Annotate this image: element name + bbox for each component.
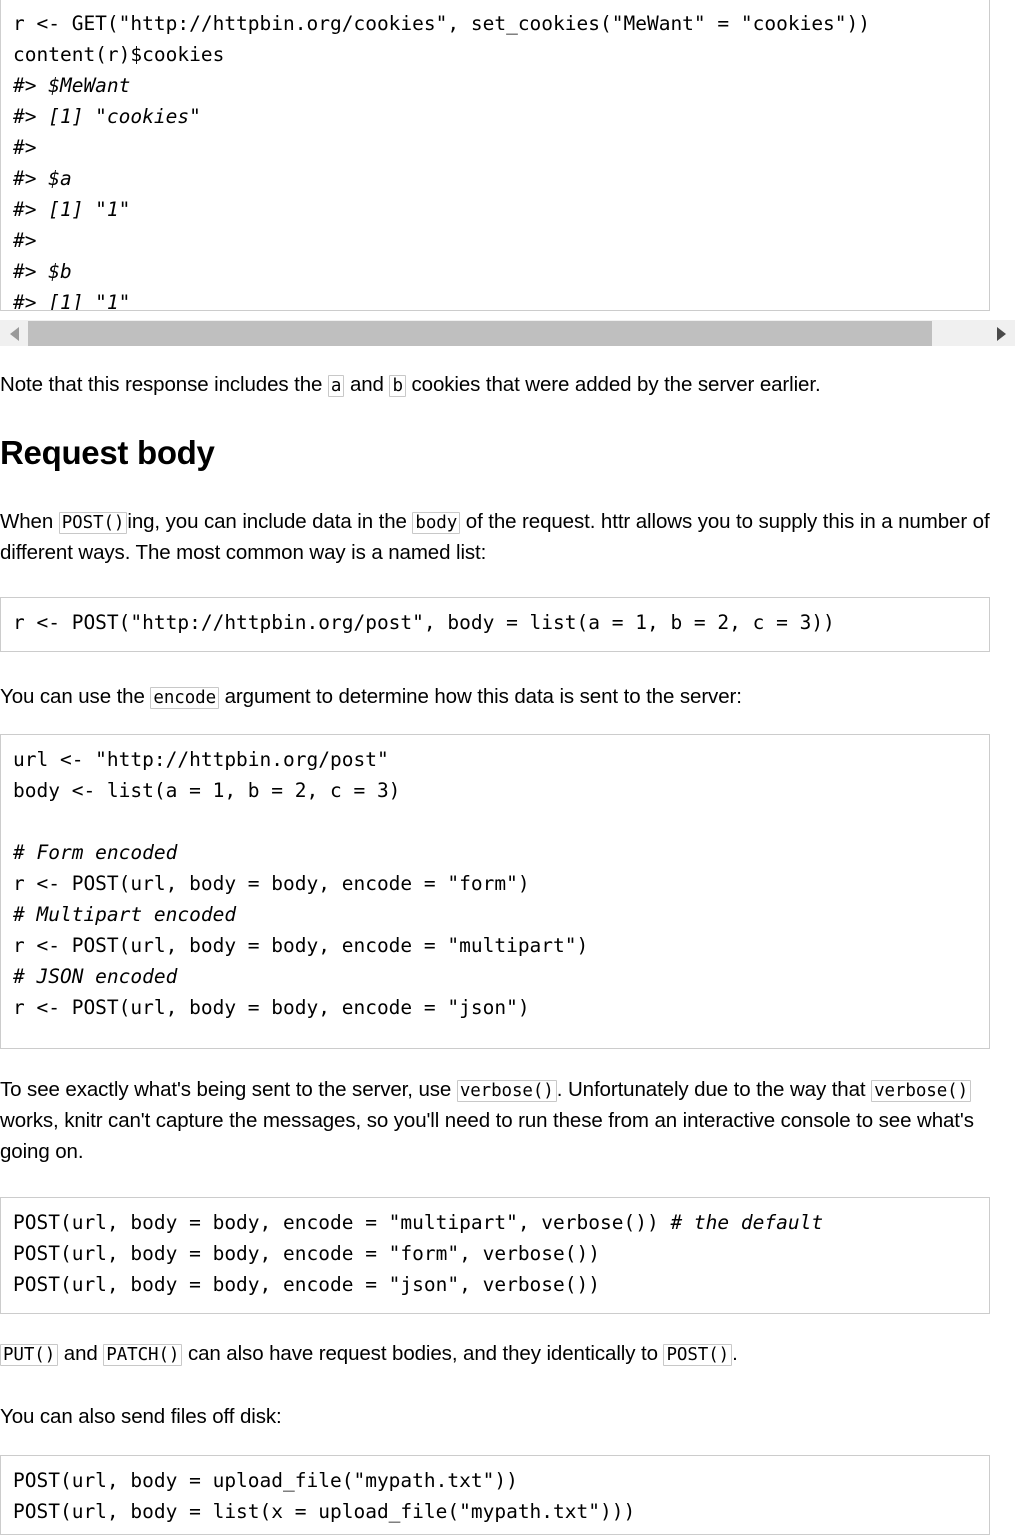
code-block-content: url <- "http://httpbin.org/post" body <-…	[1, 735, 989, 1032]
text-fragment: argument to determine how this data is s…	[219, 685, 742, 708]
inline-code-verbose: verbose()	[456, 1080, 557, 1102]
inline-code-body: body	[412, 512, 461, 534]
code-line: r <- POST(url, body = body, encode = "fo…	[13, 872, 530, 895]
page-title: Request body	[0, 434, 215, 471]
scrollbar-thumb[interactable]	[28, 321, 933, 346]
code-output-line: #> $b	[13, 260, 72, 283]
code-block-upload-file: POST(url, body = upload_file("mypath.txt…	[0, 1455, 990, 1535]
code-comment-line: # JSON encoded	[13, 965, 178, 988]
code-comment-line: # Form encoded	[13, 841, 178, 864]
inline-code-a: a	[327, 375, 345, 397]
code-inline-comment: # the default	[670, 1211, 824, 1234]
code-output-line: #>	[13, 136, 49, 159]
text-fragment: and	[58, 1342, 104, 1365]
code-line: POST(url, body = body, encode = "form", …	[13, 1242, 600, 1265]
inline-code-b: b	[389, 375, 406, 397]
code-output-line: #> [1] "1"	[13, 198, 131, 221]
paragraph-files-off-disk: You can also send files off disk:	[0, 1405, 282, 1428]
scrollbar-track[interactable]	[28, 321, 987, 346]
text-fragment: works, knitr can't capture the messages,…	[0, 1109, 974, 1163]
code-output-line: #>	[13, 229, 49, 252]
code-line: POST(url, body = body, encode = "json", …	[13, 1273, 600, 1296]
code-output-line: #> [1] "1"	[13, 291, 131, 311]
text-fragment: To see exactly what's being sent to the …	[0, 1078, 457, 1101]
code-line: r <- GET("http://httpbin.org/cookies", s…	[13, 12, 871, 35]
code-block-content: POST(url, body = upload_file("mypath.txt…	[1, 1456, 989, 1534]
inline-code-post: POST()	[58, 512, 128, 534]
paragraph-when-posting: When POST() ing, you can include data in …	[0, 506, 1015, 568]
text-fragment: and	[344, 373, 390, 396]
text-fragment: . Unfortunately due to the way that	[556, 1078, 872, 1101]
article-page: r <- GET("http://httpbin.org/cookies", s…	[0, 0, 1015, 1535]
code-line: r <- POST(url, body = body, encode = "js…	[13, 996, 530, 1019]
code-block-verbose: POST(url, body = body, encode = "multipa…	[0, 1197, 990, 1314]
code-line: url <- "http://httpbin.org/post"	[13, 748, 389, 771]
code-output-line: #> $a	[13, 167, 72, 190]
code-block-cookies-output: r <- GET("http://httpbin.org/cookies", s…	[0, 0, 990, 311]
code-line: POST(url, body = list(x = upload_file("m…	[13, 1500, 636, 1523]
paragraph-note-cookies: Note that this response includes the a a…	[0, 369, 1015, 400]
text-fragment: Note that this response includes the	[0, 373, 328, 396]
code-block-post-list: r <- POST("http://httpbin.org/post", bod…	[0, 597, 990, 652]
code-line: body <- list(a = 1, b = 2, c = 3)	[13, 779, 401, 802]
inline-code-encode: encode	[150, 687, 220, 709]
code-block-content: r <- GET("http://httpbin.org/cookies", s…	[1, 0, 989, 311]
inline-code-post: POST()	[663, 1344, 733, 1366]
paragraph-encode-argument: You can use the encode argument to deter…	[0, 681, 1015, 712]
scroll-left-arrow-icon[interactable]	[0, 321, 28, 346]
text-fragment: ing, you can include data in the	[127, 510, 413, 533]
paragraph-put-patch: PUT() and PATCH() can also have request …	[0, 1338, 1015, 1369]
paragraph-verbose-note: To see exactly what's being sent to the …	[0, 1074, 1015, 1167]
code-line: r <- POST(url, body = body, encode = "mu…	[13, 934, 589, 957]
inline-code-verbose: verbose()	[871, 1080, 972, 1102]
right-arrow-icon	[996, 326, 1006, 341]
inline-code-put: PUT()	[0, 1344, 59, 1366]
code-line: content(r)$cookies	[13, 43, 225, 66]
code-output-line: #> $MeWant	[13, 74, 131, 97]
code-line: r <- POST("http://httpbin.org/post", bod…	[13, 611, 835, 634]
code-block-encode-ways: url <- "http://httpbin.org/post" body <-…	[0, 734, 990, 1049]
horizontal-scrollbar[interactable]	[0, 320, 1015, 346]
code-line: POST(url, body = upload_file("mypath.txt…	[13, 1469, 518, 1492]
code-block-content: r <- POST("http://httpbin.org/post", bod…	[1, 598, 989, 647]
code-output-line: #> [1] "cookies"	[13, 105, 201, 128]
text-fragment: When	[0, 510, 59, 533]
code-comment-line: # Multipart encoded	[13, 903, 237, 926]
text-fragment: .	[732, 1342, 738, 1365]
inline-code-patch: PATCH()	[103, 1344, 183, 1366]
scroll-right-arrow-icon[interactable]	[987, 321, 1015, 346]
text-fragment: can also have request bodies, and they i…	[182, 1342, 664, 1365]
code-block-content: POST(url, body = body, encode = "multipa…	[1, 1198, 989, 1309]
text-fragment: You can use the	[0, 685, 151, 708]
text-fragment: cookies that were added by the server ea…	[405, 373, 821, 396]
left-arrow-icon	[9, 326, 19, 341]
code-line: POST(url, body = body, encode = "multipa…	[13, 1211, 671, 1234]
